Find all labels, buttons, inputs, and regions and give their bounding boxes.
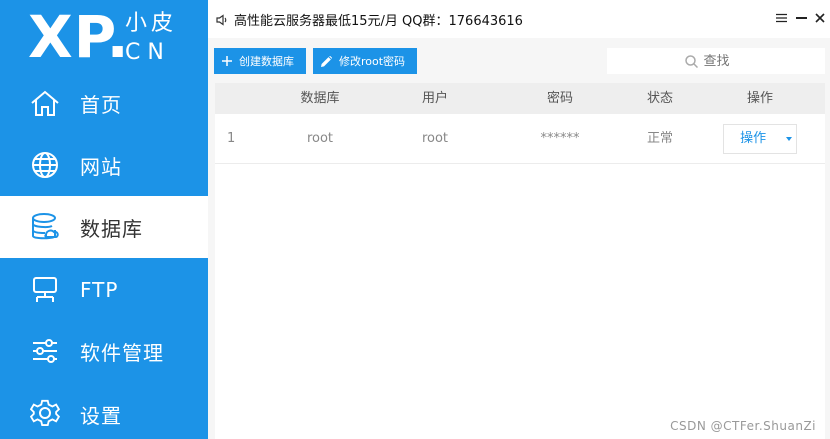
search-box[interactable] bbox=[607, 48, 825, 74]
column-header-user: 用户 bbox=[421, 91, 448, 106]
edit-root-password-label: 修改root密码 bbox=[339, 55, 406, 68]
plus-icon bbox=[222, 56, 232, 66]
cell-user: root bbox=[421, 131, 449, 146]
action-dropdown-button[interactable]: 操作 bbox=[723, 124, 797, 154]
sidebar-item-database[interactable]: 数据库 bbox=[0, 196, 208, 258]
watermark: CSDN @CTFer.ShuanZi bbox=[670, 419, 816, 433]
edit-root-password-button[interactable]: 修改root密码 bbox=[313, 48, 417, 74]
logo-subtext-top: 小皮 bbox=[125, 11, 178, 36]
gear-icon bbox=[30, 399, 60, 429]
column-header-password: 密码 bbox=[546, 91, 573, 106]
logo-subtext-bottom: CN bbox=[125, 40, 171, 65]
cell-password: ****** bbox=[540, 131, 580, 146]
announcement-text: 高性能云服务器最低15元/月 QQ群：176643616 bbox=[234, 14, 523, 29]
sidebar-item-label: 数据库 bbox=[80, 216, 143, 241]
speaker-icon bbox=[216, 13, 227, 26]
close-icon bbox=[815, 13, 825, 23]
globe-icon bbox=[30, 150, 60, 180]
cell-status: 正常 bbox=[646, 131, 673, 146]
minimize-icon bbox=[795, 17, 807, 19]
search-icon bbox=[684, 54, 698, 68]
sidebar-item-label: 设置 bbox=[80, 403, 122, 428]
column-header-status: 状态 bbox=[646, 91, 673, 106]
table-row: 1 root root ****** 正常 操作 bbox=[215, 114, 825, 164]
cell-database: root bbox=[306, 131, 334, 146]
table-header: 数据库 用户 密码 状态 操作 bbox=[215, 83, 825, 114]
action-label: 操作 bbox=[740, 131, 767, 146]
announcement[interactable]: 高性能云服务器最低15元/月 QQ群：176643616 bbox=[216, 10, 523, 29]
sidebar-item-ftp[interactable]: FTP bbox=[0, 259, 208, 321]
logo-text: XP. bbox=[28, 3, 130, 71]
monitor-icon bbox=[30, 275, 60, 305]
main-content: 创建数据库 修改root密码 数据库 用户 密码 状态 操作 1 root ro… bbox=[208, 38, 830, 439]
sidebar-item-software[interactable]: 软件管理 bbox=[0, 320, 208, 382]
menu-button[interactable] bbox=[774, 10, 788, 26]
sidebar-item-website[interactable]: 网站 bbox=[0, 134, 208, 196]
search-input[interactable] bbox=[703, 53, 748, 69]
sidebar-item-home[interactable]: 首页 bbox=[0, 72, 208, 134]
row-index: 1 bbox=[227, 131, 236, 146]
create-database-label: 创建数据库 bbox=[239, 55, 294, 68]
database-table: 数据库 用户 密码 状态 操作 1 root root ****** 正常 操作 bbox=[215, 83, 825, 439]
top-bar: 高性能云服务器最低15元/月 QQ群：176643616 bbox=[208, 0, 830, 38]
column-header-action: 操作 bbox=[746, 91, 773, 106]
create-database-button[interactable]: 创建数据库 bbox=[214, 48, 306, 74]
sidebar: XP. 小皮 CN 首页 网站 数据库 FTP 软件管理 设置 bbox=[0, 0, 208, 439]
app-logo: XP. 小皮 CN bbox=[28, 4, 208, 74]
sliders-icon bbox=[30, 336, 60, 366]
caret-down-icon[interactable] bbox=[782, 125, 796, 153]
home-icon bbox=[30, 88, 60, 118]
database-icon bbox=[30, 212, 60, 242]
pencil-icon bbox=[321, 55, 332, 67]
menu-icon bbox=[775, 13, 787, 23]
sidebar-item-label: 首页 bbox=[80, 92, 122, 117]
sidebar-item-settings[interactable]: 设置 bbox=[0, 383, 208, 439]
sidebar-item-label: 软件管理 bbox=[80, 340, 164, 365]
column-header-database: 数据库 bbox=[300, 91, 340, 106]
sidebar-item-label: FTP bbox=[80, 278, 119, 302]
close-button[interactable] bbox=[813, 10, 827, 26]
sidebar-item-label: 网站 bbox=[80, 154, 122, 179]
minimize-button[interactable] bbox=[794, 10, 808, 26]
